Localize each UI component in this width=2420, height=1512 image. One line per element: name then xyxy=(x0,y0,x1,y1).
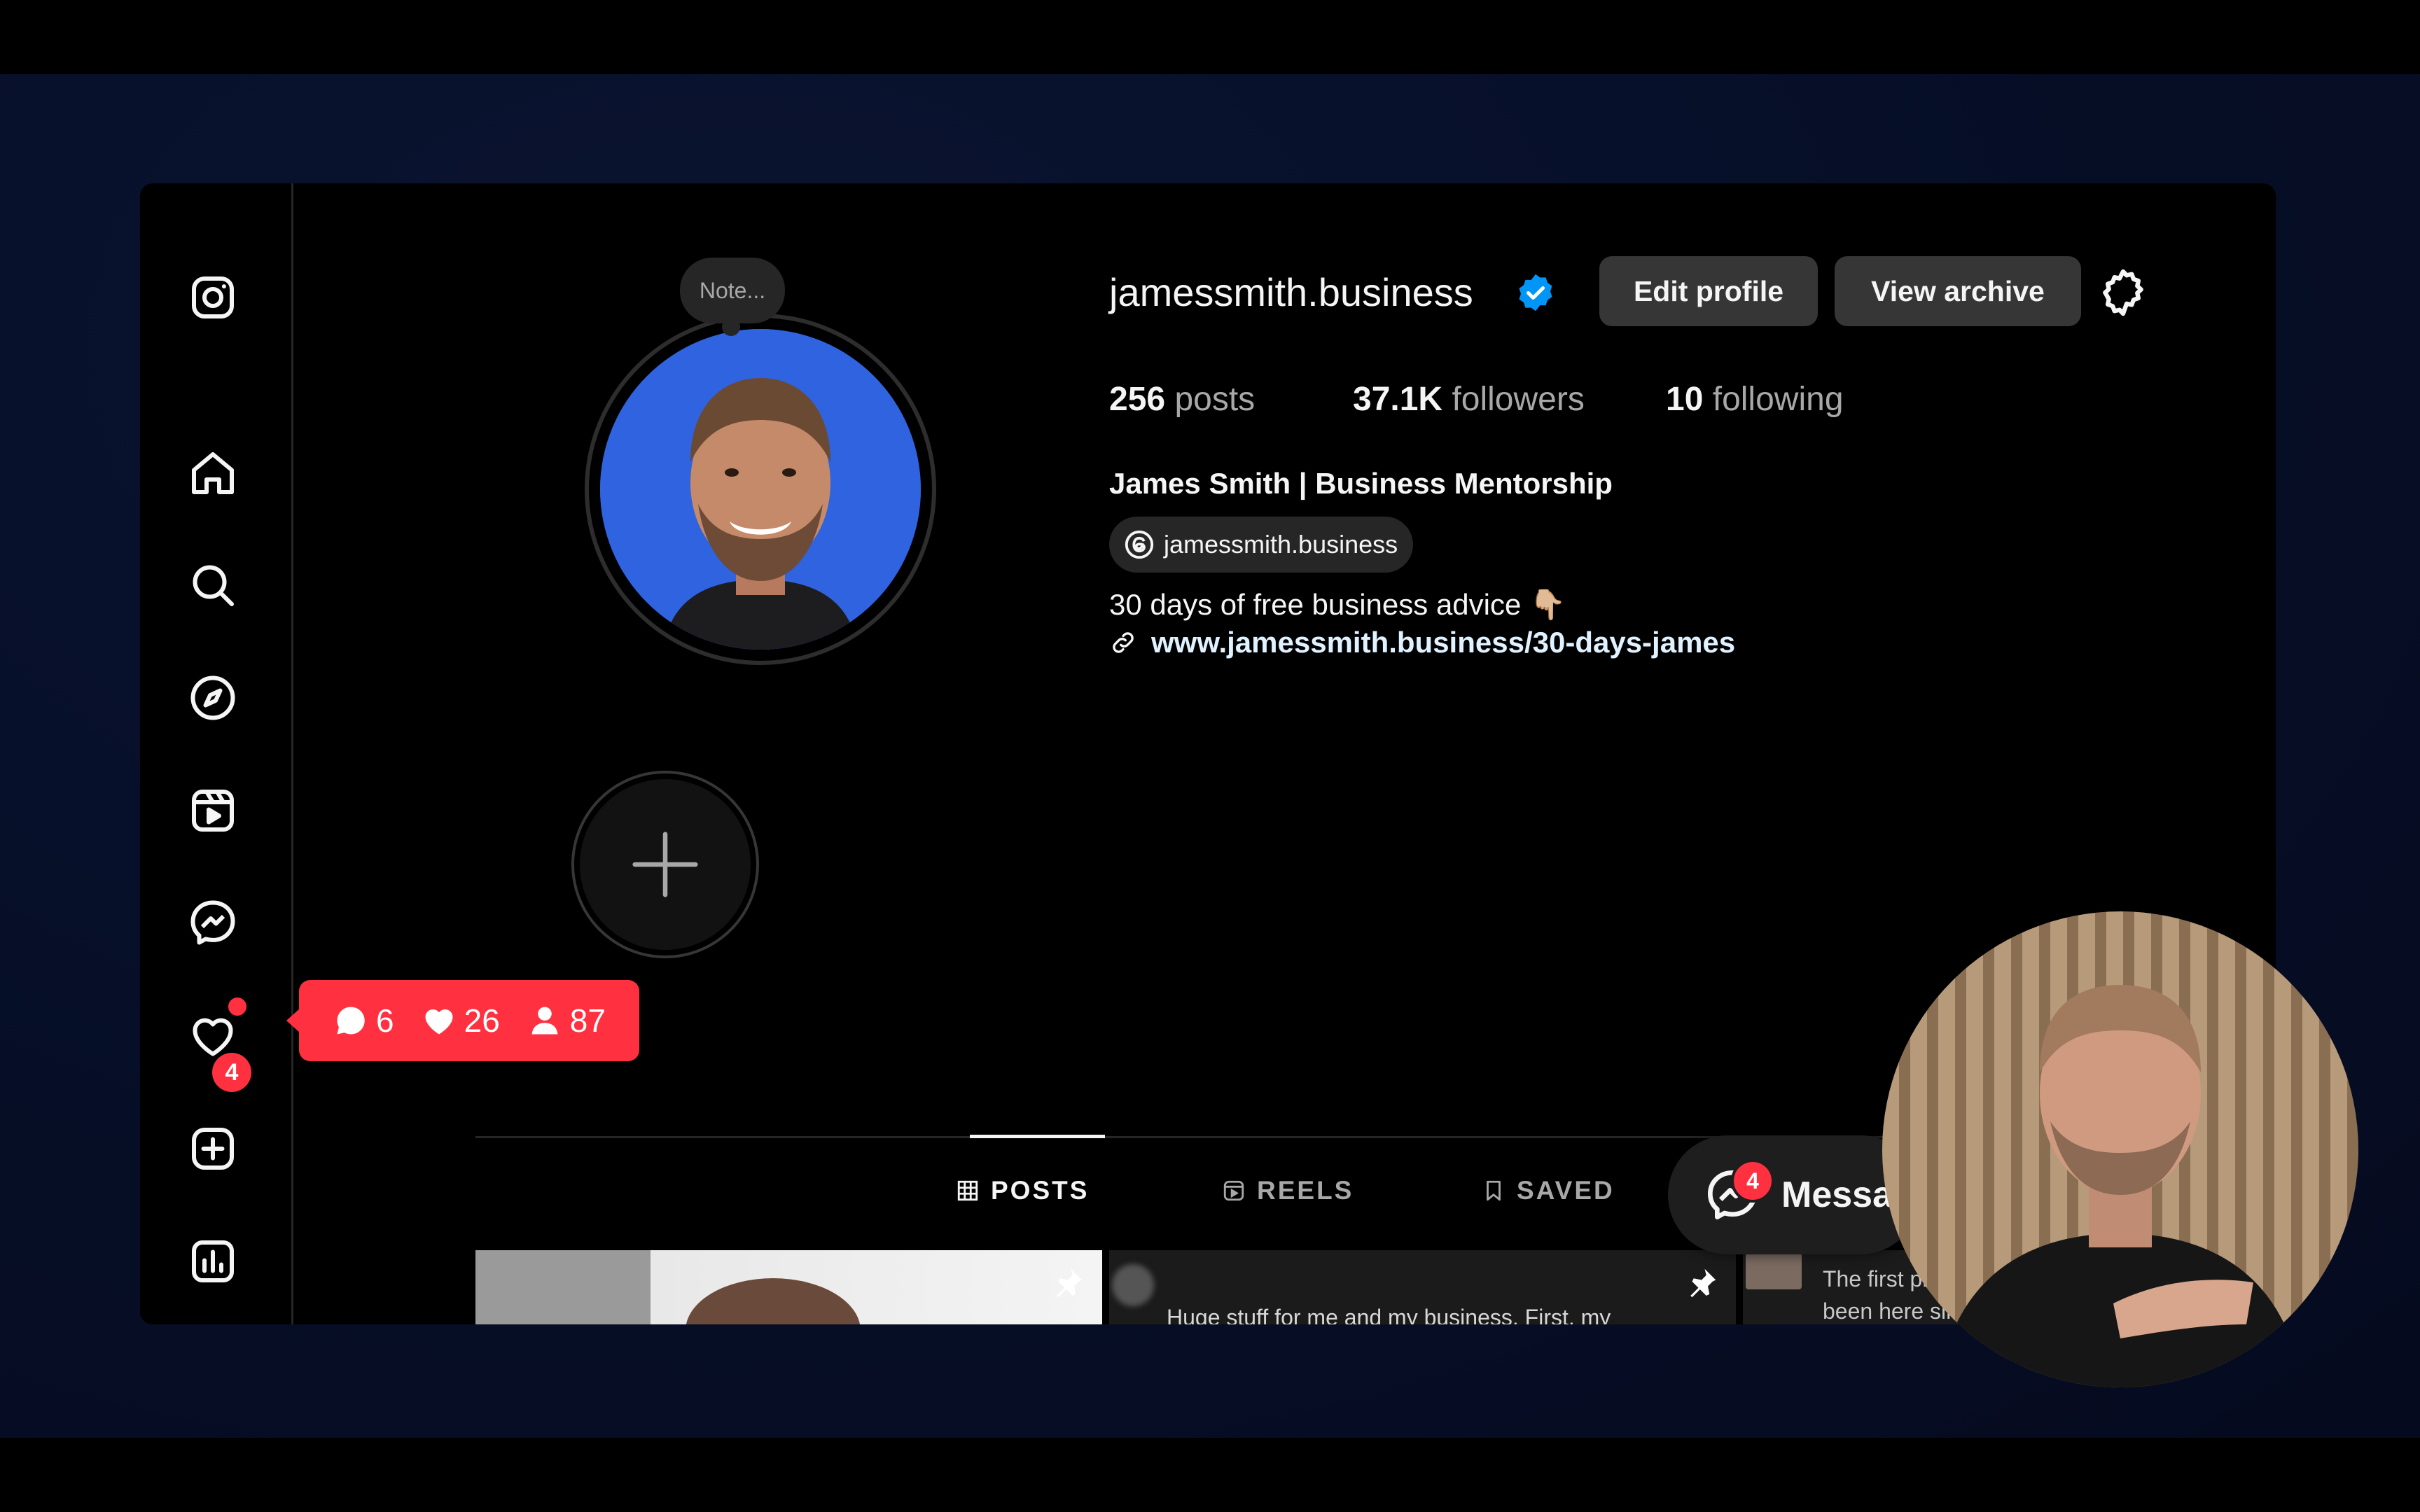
follows-count: 87 xyxy=(569,1002,606,1039)
followers-label: followers xyxy=(1452,381,1585,418)
tab-posts-label: POSTS xyxy=(991,1176,1090,1205)
verified-badge-icon xyxy=(1515,272,1557,314)
following-label: following xyxy=(1712,381,1844,418)
note-bubble[interactable]: Note... xyxy=(680,258,785,323)
posts-label: posts xyxy=(1174,381,1256,418)
comments-count: 6 xyxy=(376,1002,394,1039)
likes-count: 26 xyxy=(464,1002,500,1039)
settings-gear-icon[interactable] xyxy=(2096,266,2150,319)
search-icon[interactable] xyxy=(185,557,241,613)
edit-profile-button[interactable]: Edit profile xyxy=(1599,256,1818,326)
followers-stat[interactable]: 37.1K followers xyxy=(1353,380,1585,419)
followers-count: 37.1K xyxy=(1353,381,1443,418)
likes-activity: 26 xyxy=(421,1002,500,1040)
tab-reels-label: REELS xyxy=(1257,1176,1354,1205)
tab-posts[interactable]: POSTS xyxy=(956,1176,1089,1205)
activity-popup-caret xyxy=(286,1008,300,1033)
comments-activity: 6 xyxy=(333,1002,394,1040)
messages-pill-label: Messa xyxy=(1781,1175,1893,1215)
reels-icon[interactable] xyxy=(185,783,241,839)
heart-icon xyxy=(425,1009,453,1035)
profile-avatar[interactable] xyxy=(600,329,921,650)
threads-link-pill[interactable]: jamessmith.business xyxy=(1109,517,1414,573)
following-count: 10 xyxy=(1666,381,1704,418)
tab-reels[interactable]: REELS xyxy=(1222,1176,1354,1205)
sidebar: 4 xyxy=(140,183,293,1324)
new-highlight-button[interactable] xyxy=(571,771,759,958)
reels-tab-icon xyxy=(1223,1180,1244,1201)
follows-activity: 87 xyxy=(527,1002,606,1040)
new-highlight-inner xyxy=(580,779,751,950)
posts-count: 256 xyxy=(1109,381,1166,418)
plus-icon xyxy=(632,832,698,897)
threads-handle: jamessmith.business xyxy=(1164,530,1398,559)
create-plus-icon[interactable] xyxy=(185,1121,241,1177)
pin-icon xyxy=(1057,1268,1083,1298)
pin-icon xyxy=(1690,1268,1716,1298)
tab-saved[interactable]: SAVED xyxy=(1482,1176,1615,1205)
post-thumbnail-2[interactable]: Huge stuff for me and my business. First… xyxy=(1109,1250,1736,1324)
post-2-caption: Huge stuff for me and my business. First… xyxy=(1167,1305,1611,1324)
person-icon xyxy=(531,1007,558,1035)
presenter-webcam-bubble xyxy=(1882,911,2358,1387)
profile-link-url: www.jamessmith.business/30-days-james xyxy=(1151,626,1736,659)
notifications-heart-icon[interactable] xyxy=(185,1008,241,1064)
dashboard-chart-icon[interactable] xyxy=(185,1233,241,1289)
instagram-logo-icon[interactable] xyxy=(185,270,241,326)
profile-bio: 30 days of free business advice 👇🏼 xyxy=(1109,588,1566,621)
tab-saved-label: SAVED xyxy=(1517,1176,1615,1205)
post-thumbnail-1[interactable] xyxy=(475,1250,1102,1324)
following-stat[interactable]: 10 following xyxy=(1666,380,1844,419)
messages-pill-badge: 4 xyxy=(1731,1159,1774,1203)
profile-link[interactable]: www.jamessmith.business/30-days-james xyxy=(1109,626,1735,659)
threads-icon xyxy=(1125,530,1154,559)
grid-icon xyxy=(957,1180,978,1201)
view-archive-button[interactable]: View archive xyxy=(1835,256,2081,326)
active-tab-indicator xyxy=(970,1135,1105,1138)
link-icon xyxy=(1113,632,1134,653)
comment-icon xyxy=(337,1007,365,1035)
activity-popup[interactable]: 6 26 87 xyxy=(286,980,639,1061)
profile-username: jamessmith.business xyxy=(1109,270,1473,314)
notification-dot xyxy=(228,997,246,1016)
presenter-video xyxy=(1938,985,2302,1387)
messenger-icon[interactable] xyxy=(185,895,241,951)
home-icon[interactable] xyxy=(185,445,241,501)
profile-full-name: James Smith | Business Mentorship xyxy=(1109,467,1613,500)
bookmark-icon xyxy=(1487,1180,1501,1201)
posts-stat: 256 posts xyxy=(1109,380,1255,419)
explore-compass-icon[interactable] xyxy=(185,670,241,726)
